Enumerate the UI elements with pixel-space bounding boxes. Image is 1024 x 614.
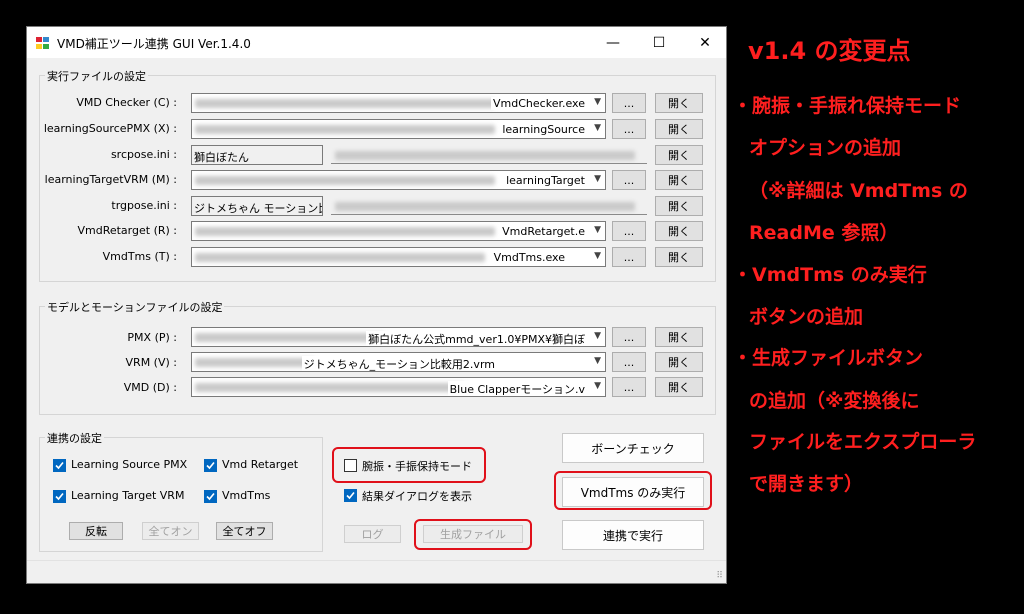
vmdtms-open-button[interactable]: 開く — [655, 247, 703, 267]
vmd-combo[interactable]: Blue Clapperモーション.v ▼ — [191, 377, 606, 397]
changes-heading: v1.4 の変更点 — [748, 37, 911, 65]
vmdtms-combo[interactable]: VmdTms.exe ▼ — [191, 247, 606, 267]
exec-files-group-title: 実行ファイルの設定 — [45, 68, 148, 84]
vmd-checker-value: VmdChecker.exe — [491, 97, 585, 110]
vrm-combo[interactable]: ジトメちゃん_モーション比較用2.vrm ▼ — [191, 352, 606, 372]
pmx-combo[interactable]: 獅白ぼたん公式mmd_ver1.0¥PMX¥獅白ぼ ▼ — [191, 327, 606, 347]
learning-target-vrm-value: learningTarget — [504, 174, 585, 187]
srcpose-ini-path — [331, 146, 647, 164]
learning-target-vrm-checkbox[interactable] — [53, 490, 66, 503]
vmd-checker-browse-button[interactable]: ... — [612, 93, 646, 113]
trgpose-ini-label: trgpose.ini : — [111, 199, 177, 212]
chevron-down-icon: ▼ — [594, 174, 601, 184]
note-line-4: ReadMe 参照） — [749, 222, 899, 244]
vmdtms-label: VmdTms (T) : — [102, 250, 177, 263]
resize-grip-icon[interactable]: ⠿ — [716, 571, 723, 581]
note-line-10: で開きます） — [749, 473, 864, 495]
pmx-value: 獅白ぼたん公式mmd_ver1.0¥PMX¥獅白ぼ — [366, 331, 585, 346]
show-result-dialog-checkbox[interactable] — [344, 489, 357, 502]
vmd-checker-open-button[interactable]: 開く — [655, 93, 703, 113]
note-line-1: ・腕振・手振れ保持モード — [733, 95, 962, 117]
window-title: VMD補正ツール連携 GUI Ver.1.4.0 — [57, 37, 251, 51]
vrm-open-button[interactable]: 開く — [655, 352, 703, 372]
log-button[interactable]: ログ — [344, 525, 401, 543]
note-line-9: ファイルをエクスプローラ — [749, 431, 977, 453]
vmd-browse-button[interactable]: ... — [612, 377, 646, 397]
vrm-value: ジトメちゃん_モーション比較用2.vrm — [301, 356, 495, 371]
vmd-value: Blue Clapperモーション.v — [447, 381, 585, 396]
arm-keep-mode-highlight — [332, 447, 486, 483]
all-on-button[interactable]: 全てオン — [142, 522, 199, 540]
pmx-open-button[interactable]: 開く — [655, 327, 703, 347]
learning-source-pmx-browse-button[interactable]: ... — [612, 119, 646, 139]
title-bar[interactable]: VMD補正ツール連携 GUI Ver.1.4.0 — ☐ ✕ — [27, 27, 726, 58]
invert-button[interactable]: 反転 — [69, 522, 123, 540]
trgpose-ini-open-button[interactable]: 開く — [655, 196, 703, 216]
generated-files-highlight — [414, 519, 532, 550]
trgpose-ini-path — [331, 197, 647, 215]
vmd-retarget-checkbox[interactable] — [204, 459, 217, 472]
note-line-5: ・VmdTms のみ実行 — [733, 264, 927, 286]
learning-source-pmx-label: learningSourcePMX (X) : — [43, 122, 177, 135]
bone-check-button[interactable]: ボーンチェック — [562, 433, 704, 463]
chevron-down-icon: ▼ — [594, 225, 601, 235]
app-icon — [36, 37, 49, 49]
learning-source-pmx-checkbox-label: Learning Source PMX — [71, 458, 188, 471]
learning-target-vrm-checkbox-label: Learning Target VRM — [71, 489, 185, 502]
srcpose-ini-open-button[interactable]: 開く — [655, 145, 703, 165]
learning-source-pmx-combo[interactable]: learningSource ▼ — [191, 119, 606, 139]
vmdtms-checkbox[interactable] — [204, 490, 217, 503]
note-line-3: （※詳細は VmdTms の — [749, 180, 968, 202]
chevron-down-icon: ▼ — [594, 356, 601, 366]
note-line-8: の追加（※変換後に — [749, 390, 920, 412]
vmdtms-only-run-highlight — [554, 471, 712, 510]
learning-target-vrm-label: learningTargetVRM (M) : — [44, 173, 177, 186]
show-result-dialog-label: 結果ダイアログを表示 — [362, 490, 472, 503]
learning-source-pmx-checkbox[interactable] — [53, 459, 66, 472]
vrm-label: VRM (V) : — [125, 356, 177, 369]
vmdtms-value: VmdTms.exe — [491, 251, 565, 264]
learning-target-vrm-browse-button[interactable]: ... — [612, 170, 646, 190]
note-line-6: ボタンの追加 — [749, 306, 864, 328]
chevron-down-icon: ▼ — [594, 381, 601, 391]
note-line-7: ・生成ファイルボタン — [733, 347, 924, 369]
vrm-browse-button[interactable]: ... — [612, 352, 646, 372]
vmd-label: VMD (D) : — [123, 381, 177, 394]
chevron-down-icon: ▼ — [594, 331, 601, 341]
vmd-checker-label: VMD Checker (C) : — [76, 96, 177, 109]
status-bar: ⠿ — [27, 560, 726, 583]
close-button[interactable]: ✕ — [682, 27, 728, 58]
model-files-group-title: モデルとモーションファイルの設定 — [45, 299, 225, 315]
srcpose-ini-label: srcpose.ini : — [110, 148, 177, 161]
app-window: VMD補正ツール連携 GUI Ver.1.4.0 — ☐ ✕ 実行ファイルの設定… — [26, 26, 727, 584]
learning-source-pmx-open-button[interactable]: 開く — [655, 119, 703, 139]
vmd-checker-combo[interactable]: VmdChecker.exe ▼ — [191, 93, 606, 113]
vmdtms-checkbox-label: VmdTms — [222, 489, 271, 502]
link-settings-group-title: 連携の設定 — [45, 430, 104, 446]
chevron-down-icon: ▼ — [594, 251, 601, 261]
all-off-button[interactable]: 全てオフ — [216, 522, 273, 540]
vmdtms-browse-button[interactable]: ... — [612, 247, 646, 267]
vmd-open-button[interactable]: 開く — [655, 377, 703, 397]
vmd-retarget-browse-button[interactable]: ... — [612, 221, 646, 241]
maximize-button[interactable]: ☐ — [636, 27, 682, 58]
learning-target-vrm-combo[interactable]: learningTarget ▼ — [191, 170, 606, 190]
chevron-down-icon: ▼ — [594, 123, 601, 133]
trgpose-ini-field[interactable]: ジトメちゃん モーション比較用 — [191, 196, 323, 216]
vmd-retarget-checkbox-label: Vmd Retarget — [222, 458, 299, 471]
minimize-button[interactable]: — — [590, 27, 636, 58]
learning-source-pmx-value: learningSource — [500, 123, 585, 136]
vmd-retarget-combo[interactable]: VmdRetarget.e ▼ — [191, 221, 606, 241]
srcpose-ini-field[interactable]: 獅白ぼたん — [191, 145, 323, 165]
pmx-label: PMX (P) : — [127, 331, 177, 344]
vmd-retarget-value: VmdRetarget.e — [500, 225, 585, 238]
learning-target-vrm-open-button[interactable]: 開く — [655, 170, 703, 190]
note-line-2: オプションの追加 — [749, 137, 902, 159]
run-linked-button[interactable]: 連携で実行 — [562, 520, 704, 550]
chevron-down-icon: ▼ — [594, 97, 601, 107]
vmd-retarget-open-button[interactable]: 開く — [655, 221, 703, 241]
pmx-browse-button[interactable]: ... — [612, 327, 646, 347]
vmd-retarget-label: VmdRetarget (R) : — [77, 224, 177, 237]
